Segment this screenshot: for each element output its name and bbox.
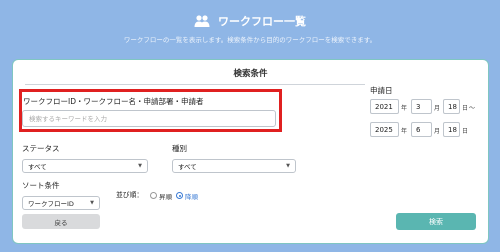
keyword-search-input[interactable] [22,110,276,127]
status-select-value: すべて [28,163,47,171]
order-asc-radio[interactable] [150,192,157,199]
status-select[interactable]: すべて ▼ [22,159,148,173]
date-to-day-input[interactable]: 18 [443,122,460,137]
date-to-month-input[interactable]: 6 [411,122,432,137]
date-from-year-unit: 年 [401,105,408,112]
header-title-row: ワークフロー一覧 [0,13,500,29]
order-desc-radio[interactable] [176,192,183,199]
date-range-separator: 〜 [469,105,476,112]
sort-select[interactable]: ワークフローID ▼ [22,196,100,210]
keyword-label: ワークフローID・ワークフロー名・申請部署・申請者 [23,97,204,106]
date-from-day-unit: 日 [462,105,469,112]
page-description: ワークフローの一覧を表示します。検索条件から目的のワークフローを検索できます。 [123,36,377,44]
date-from-month-input[interactable]: 3 [411,99,432,114]
date-to-year-input[interactable]: 2025 [370,122,399,137]
back-button[interactable]: 戻る [22,214,100,229]
sort-select-value: ワークフローID [28,200,74,208]
type-label: 種別 [172,144,187,153]
users-icon [194,15,210,27]
type-select[interactable]: すべて ▼ [172,159,296,173]
page-header: ワークフロー一覧 ワークフローの一覧を表示します。検索条件から目的のワークフロー… [0,0,500,52]
chevron-down-icon: ▼ [138,163,142,169]
application-date-label: 申請日 [370,86,393,95]
order-label: 並び順： [116,191,144,199]
date-to-year-unit: 年 [401,128,408,135]
date-from-day-input[interactable]: 18 [443,99,460,114]
chevron-down-icon: ▼ [90,200,94,206]
search-button[interactable]: 検索 [396,213,476,230]
chevron-down-icon: ▼ [286,163,290,169]
panel-divider [25,84,365,85]
page-title: ワークフロー一覧 [218,15,306,28]
panel-title: 検索条件 [233,69,268,79]
date-to-month-unit: 月 [434,128,441,135]
order-asc-label: 昇順 [159,193,172,201]
type-select-value: すべて [178,163,197,171]
date-from-month-unit: 月 [434,105,441,112]
sort-label: ソート条件 [22,181,60,190]
date-to-day-unit: 日 [462,128,469,135]
order-desc-label: 降順 [185,193,198,201]
date-from-year-input[interactable]: 2021 [370,99,399,114]
status-label: ステータス [22,144,60,153]
